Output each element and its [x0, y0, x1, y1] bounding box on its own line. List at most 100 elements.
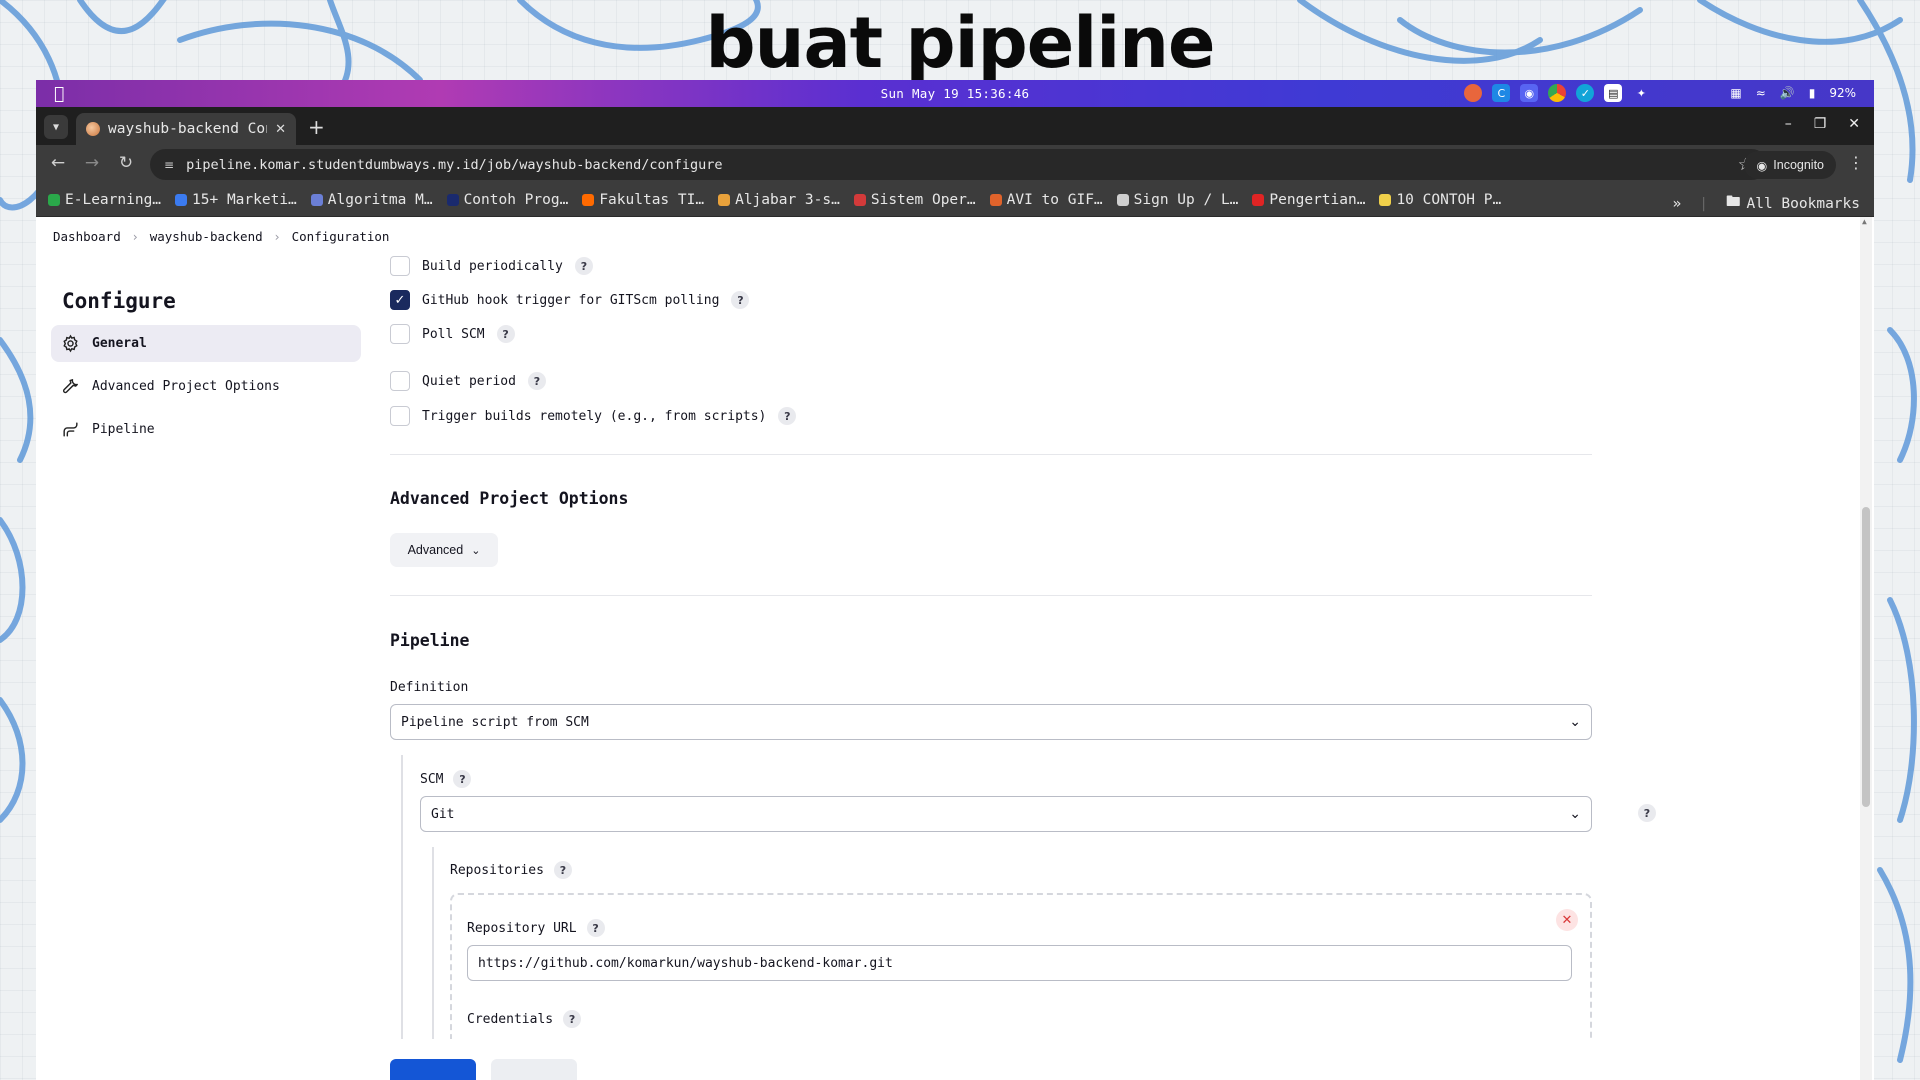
repository-url-label: Repository URL ?: [467, 919, 605, 937]
help-icon[interactable]: ?: [731, 291, 750, 309]
trigger-checkbox[interactable]: [390, 371, 410, 391]
help-icon[interactable]: ?: [453, 770, 472, 788]
save-button[interactable]: [390, 1059, 476, 1080]
browser-menu-icon[interactable]: ⋮: [1848, 153, 1864, 172]
trigger-label[interactable]: Quiet period: [422, 374, 516, 389]
bookmark-item[interactable]: Pengertian…: [1252, 192, 1365, 208]
definition-select[interactable]: Pipeline script from SCM ⌄: [390, 704, 1592, 740]
app-white-icon[interactable]: ▤: [1604, 84, 1623, 102]
site-info-icon[interactable]: ≡: [164, 158, 174, 172]
advanced-button[interactable]: Advanced ⌄: [390, 533, 498, 567]
minimize-icon[interactable]: –: [1785, 116, 1792, 132]
jenkins-viewport: Dashboard › wayshub-backend › Configurat…: [36, 217, 1872, 1080]
close-tab-icon[interactable]: ✕: [275, 122, 286, 137]
bookmark-label: Aljabar 3-s…: [735, 192, 840, 208]
sidebar-item-advanced[interactable]: Advanced Project Options: [51, 368, 361, 405]
window-controls: – ❐ ✕: [1785, 116, 1860, 132]
app-blue-icon[interactable]: ✓: [1576, 84, 1595, 102]
menubar-tray: C ◉ ✓ ▤ ✦ ▦ ≈ 🔊 ▮ 92%: [1464, 84, 1856, 102]
bookmark-label: Pengertian…: [1269, 192, 1366, 208]
tab-title: wayshub-backend Con: [108, 121, 268, 137]
battery-icon[interactable]: ▮: [1809, 86, 1816, 100]
control-center-icon[interactable]: ▦: [1730, 86, 1741, 100]
trigger-checkbox[interactable]: [390, 324, 410, 344]
trigger-checkbox[interactable]: [390, 406, 410, 426]
close-window-icon[interactable]: ✕: [1848, 116, 1860, 132]
bookmark-item[interactable]: Algoritma M…: [310, 192, 433, 208]
restore-icon[interactable]: ❐: [1814, 116, 1827, 132]
bookmark-label: 10 CONTOH P…: [1396, 192, 1502, 208]
help-icon[interactable]: ?: [586, 919, 605, 937]
help-icon[interactable]: ?: [1638, 804, 1656, 822]
breadcrumb: Dashboard › wayshub-backend › Configurat…: [36, 217, 1872, 255]
incognito-badge[interactable]: ◉ Incognito: [1744, 151, 1836, 179]
trigger-label[interactable]: Build periodically: [422, 259, 563, 274]
forward-icon[interactable]: →: [82, 153, 102, 173]
firefox-icon[interactable]: [1464, 84, 1483, 102]
breadcrumb-job[interactable]: wayshub-backend: [150, 229, 263, 244]
trigger-label[interactable]: GitHub hook trigger for GITScm polling: [422, 293, 719, 308]
bookmark-item[interactable]: Sign Up / L…: [1116, 192, 1238, 208]
trigger-checkbox[interactable]: [390, 256, 410, 276]
help-icon[interactable]: ?: [553, 861, 572, 879]
trigger-checkbox[interactable]: ✓: [390, 290, 410, 310]
chevron-down-icon: ⌄: [1569, 806, 1581, 822]
section-divider: [390, 454, 1592, 455]
url-text[interactable]: pipeline.komar.studentdumbways.my.id/job…: [186, 157, 1726, 173]
bookmark-favicon-icon: [446, 194, 459, 206]
scroll-up-icon[interactable]: ▲: [1862, 217, 1867, 226]
app-c-icon[interactable]: C: [1492, 84, 1511, 102]
menubar:  Sun May 19 15:36:46 C ◉ ✓ ▤ ✦ ▦ ≈ 🔊 ▮ …: [36, 80, 1874, 107]
bookmark-favicon-icon: [989, 194, 1002, 206]
bookmark-favicon-icon: [1116, 194, 1129, 206]
sidebar-item-general[interactable]: General: [51, 325, 361, 362]
bookmark-item[interactable]: 10 CONTOH P…: [1379, 192, 1501, 208]
bookmark-item[interactable]: Contoh Prog…: [446, 192, 568, 208]
help-icon[interactable]: ?: [527, 372, 546, 390]
bookmark-item[interactable]: E-Learning…: [48, 192, 161, 208]
repositories-label: Repositories ?: [450, 861, 572, 879]
trigger-option: ✓ GitHub hook trigger for GITScm polling?: [390, 290, 750, 310]
scrollbar-thumb[interactable]: [1862, 507, 1870, 807]
more-bookmarks-icon[interactable]: »: [1673, 196, 1682, 212]
all-bookmarks-folder[interactable]: 🖿 All Bookmarks: [1726, 191, 1860, 216]
back-icon[interactable]: ←: [48, 153, 68, 173]
discord-icon[interactable]: ◉: [1520, 84, 1539, 102]
help-icon[interactable]: ?: [574, 257, 593, 275]
bookmark-item[interactable]: 15+ Marketi…: [175, 192, 297, 208]
wifi-icon[interactable]: ≈: [1756, 86, 1766, 100]
section-title-pipeline: Pipeline: [390, 631, 470, 650]
breadcrumb-dashboard[interactable]: Dashboard: [53, 229, 121, 244]
volume-icon[interactable]: 🔊: [1780, 86, 1795, 100]
chrome-icon[interactable]: [1548, 84, 1567, 102]
repository-url-value: https://github.com/komarkun/wayshub-back…: [478, 955, 893, 971]
page-scrollbar[interactable]: ▲: [1860, 217, 1872, 1080]
bookmark-item[interactable]: Sistem Oper…: [853, 192, 976, 208]
tab-search-icon[interactable]: ▼: [44, 115, 68, 139]
all-bookmarks-label: All Bookmarks: [1746, 195, 1861, 212]
advanced-button-label: Advanced: [407, 543, 464, 557]
help-icon[interactable]: ?: [563, 1010, 582, 1028]
sidebar-item-pipeline[interactable]: Pipeline: [51, 411, 361, 448]
browser-tab-active[interactable]: wayshub-backend Con ✕: [76, 113, 296, 145]
bookmark-item[interactable]: Aljabar 3-s…: [718, 192, 840, 208]
new-tab-icon[interactable]: +: [308, 115, 325, 139]
repository-url-input[interactable]: https://github.com/komarkun/wayshub-back…: [467, 945, 1572, 981]
scm-select[interactable]: Git ⌄: [420, 796, 1592, 832]
breadcrumb-configuration[interactable]: Configuration: [292, 229, 390, 244]
page-title: Configure: [62, 289, 176, 313]
bookmarks-bar: E-Learning… 15+ Marketi… Algoritma M… Conto…: [36, 184, 1874, 217]
address-bar[interactable]: ≡ pipeline.komar.studentdumbways.my.id/j…: [150, 149, 1767, 180]
help-icon[interactable]: ?: [496, 325, 515, 343]
extension-icon[interactable]: ✦: [1632, 84, 1650, 102]
bookmark-item[interactable]: Fakultas TI…: [582, 192, 704, 208]
help-icon[interactable]: ?: [778, 407, 797, 425]
reload-icon[interactable]: ↻: [116, 153, 136, 173]
incognito-icon: ◉: [1756, 158, 1768, 173]
bookmark-item[interactable]: AVI to GIF…: [989, 192, 1103, 208]
trigger-label[interactable]: Poll SCM: [422, 327, 485, 342]
trigger-label[interactable]: Trigger builds remotely (e.g., from scri…: [422, 409, 766, 424]
chevron-right-icon: ›: [132, 228, 138, 244]
delete-repository-icon[interactable]: ✕: [1556, 909, 1578, 931]
apply-button[interactable]: [491, 1059, 577, 1080]
